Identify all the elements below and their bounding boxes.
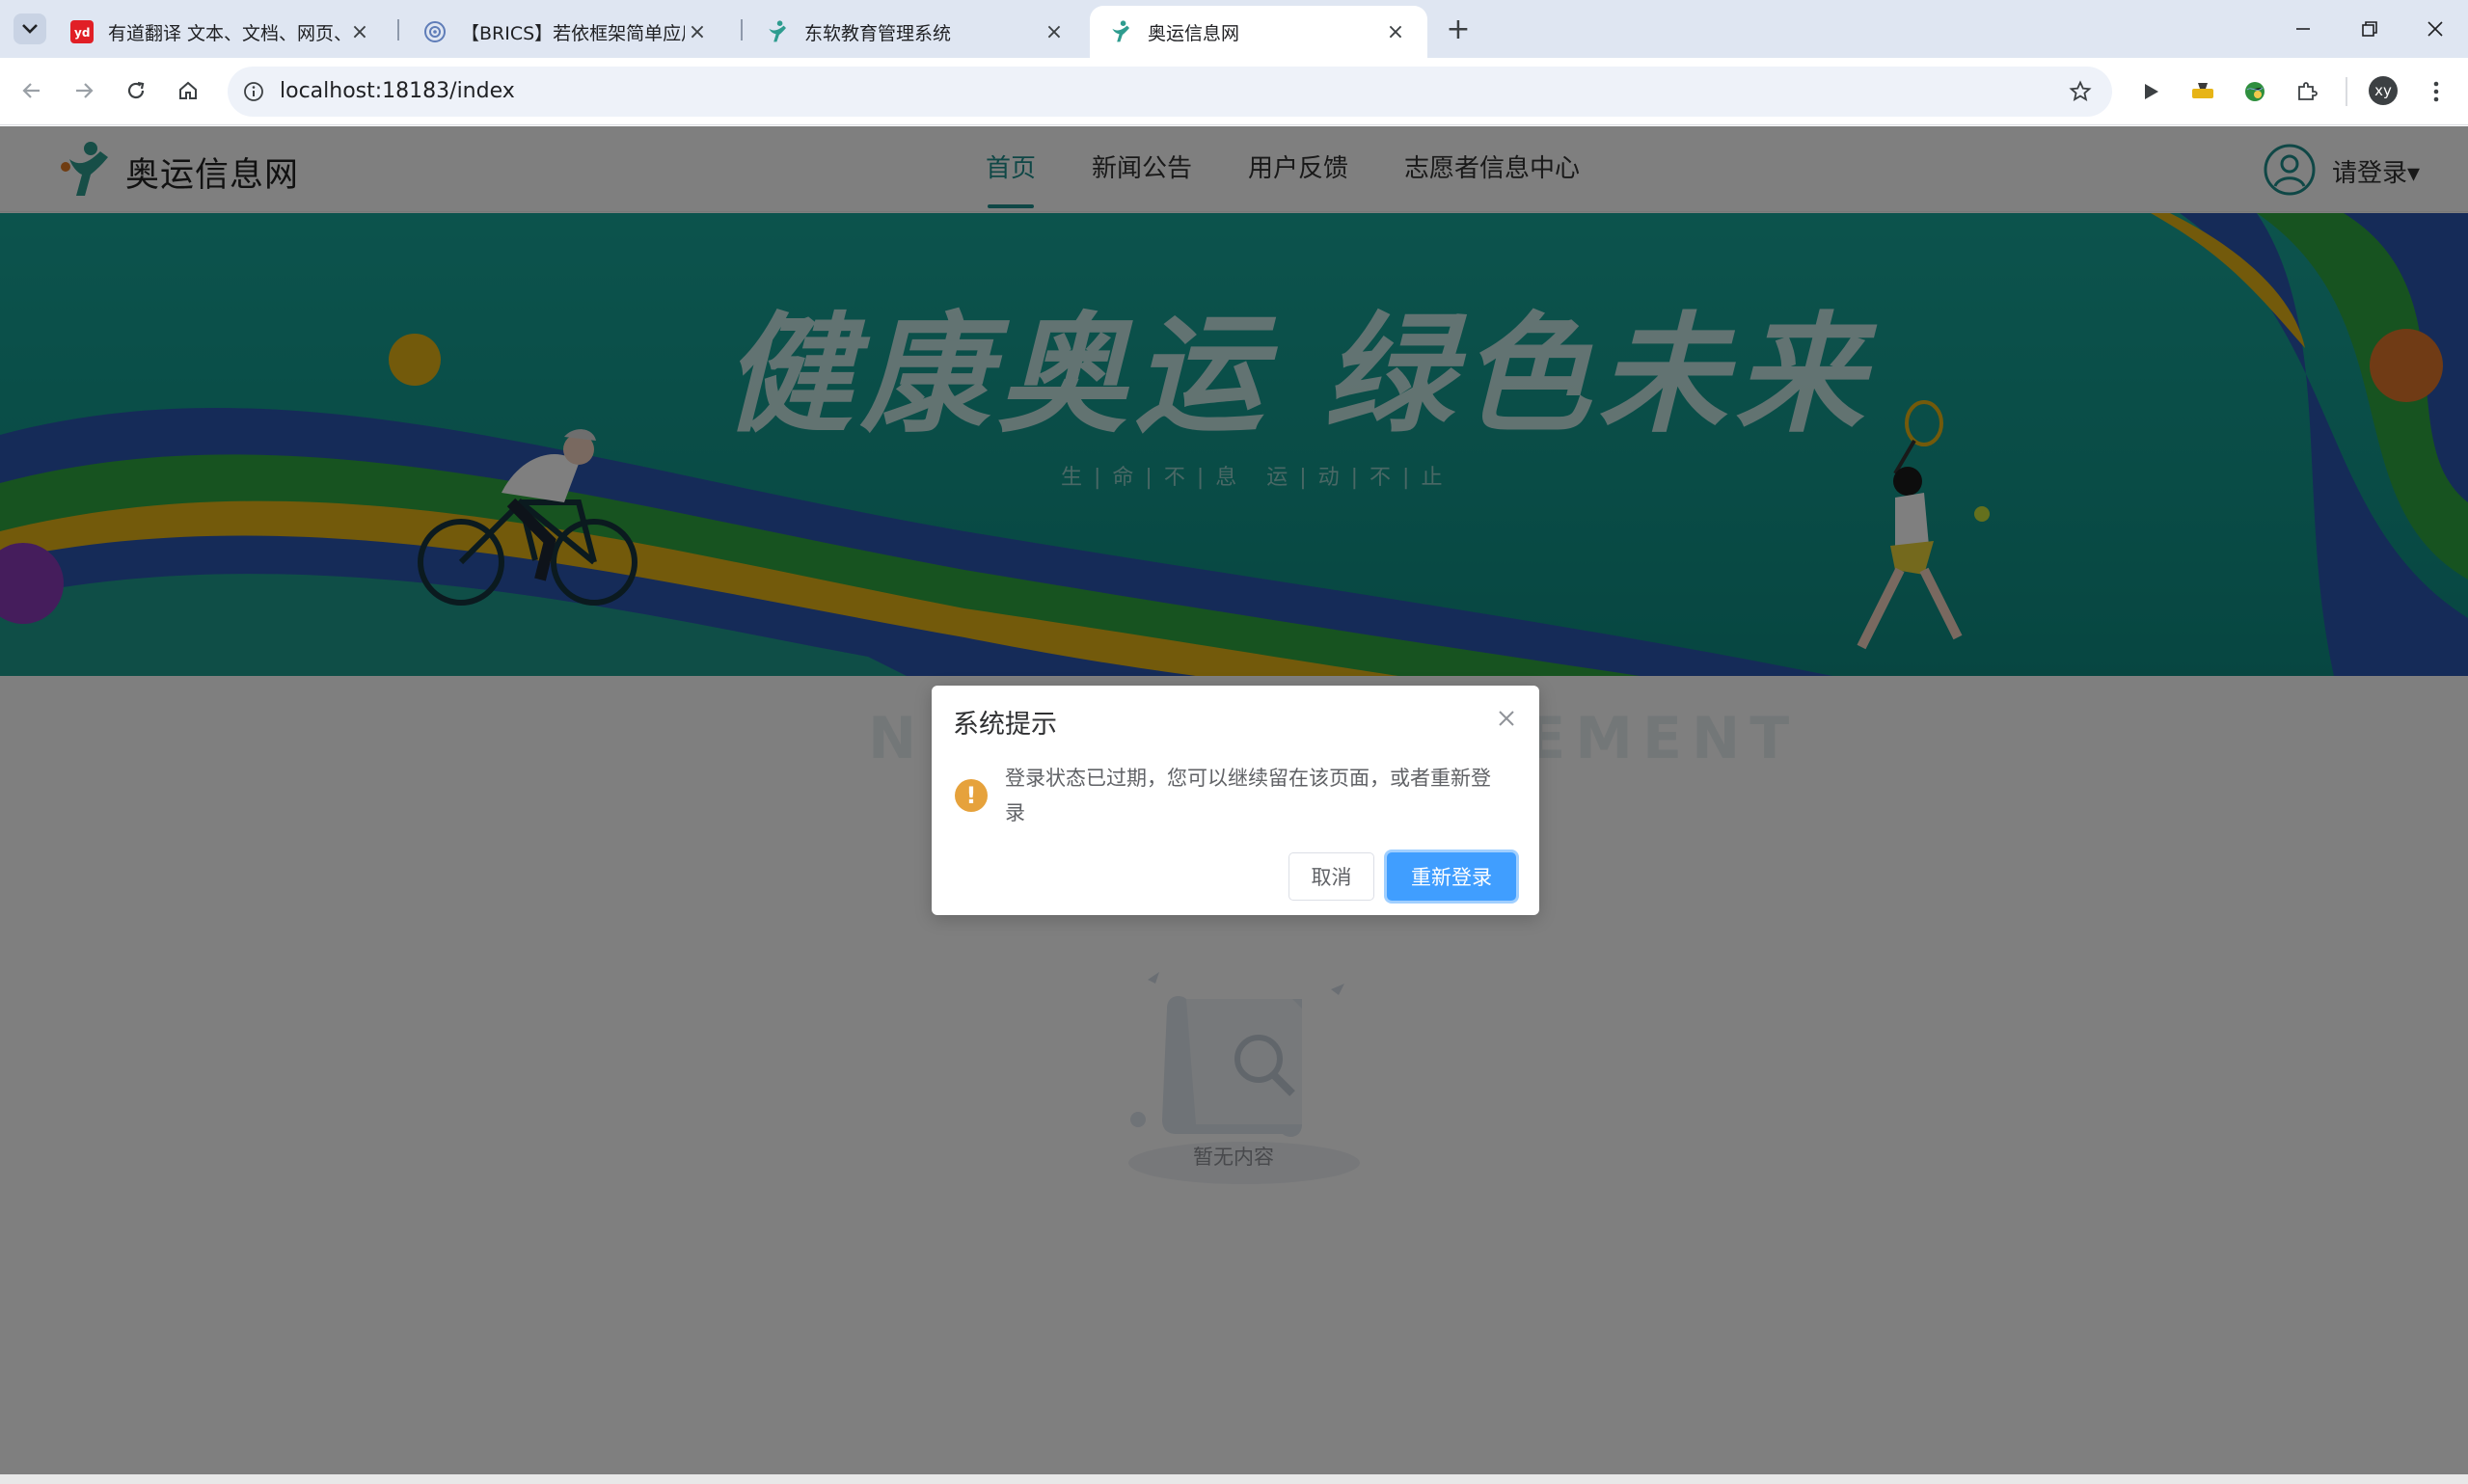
toolbar-divider	[2346, 77, 2347, 106]
close-icon[interactable]: ×	[1383, 19, 1408, 44]
dialog-title: 系统提示	[953, 710, 1057, 740]
close-icon[interactable]: ×	[1042, 19, 1067, 44]
restore-icon	[2362, 21, 2377, 37]
status-bar	[0, 1474, 2468, 1484]
close-icon	[2427, 21, 2443, 37]
reload-icon	[127, 81, 145, 99]
browser-tab-strip: yd 有道翻译 文本、文档、网页、 × 【BRICS】若依框架简单应用 | × …	[0, 0, 2468, 58]
download-extension-icon[interactable]	[2185, 74, 2220, 109]
forward-arrow-icon	[76, 83, 94, 98]
home-icon	[179, 81, 197, 99]
back-arrow-icon	[22, 83, 40, 98]
back-button[interactable]	[12, 70, 52, 111]
olympic-logo-icon	[1109, 19, 1134, 44]
globe-extension-icon[interactable]	[2237, 74, 2272, 109]
tab-youdao[interactable]: yd 有道翻译 文本、文档、网页、 ×	[50, 6, 392, 58]
tab-title: 有道翻译 文本、文档、网页、	[108, 22, 347, 44]
close-window-button[interactable]	[2411, 8, 2459, 50]
tab-search-button[interactable]	[14, 13, 46, 44]
reload-button[interactable]	[116, 70, 156, 111]
close-icon[interactable]: ×	[685, 19, 710, 44]
close-icon[interactable]	[1495, 707, 1518, 730]
olympic-logo-icon	[766, 19, 791, 44]
profile-avatar[interactable]: xy	[2369, 76, 2398, 105]
tab-separator	[397, 19, 399, 40]
minimize-icon	[2296, 28, 2310, 30]
tab-title: 奥运信息网	[1148, 22, 1240, 44]
minimize-button[interactable]	[2279, 8, 2327, 50]
bookmark-star-icon[interactable]	[2066, 77, 2095, 106]
restore-button[interactable]	[2346, 8, 2394, 50]
close-icon[interactable]: ×	[347, 19, 372, 44]
extensions-puzzle-icon[interactable]	[2290, 74, 2324, 109]
url-text[interactable]: localhost:18183/index	[280, 67, 515, 117]
more-menu-icon[interactable]	[2419, 74, 2454, 109]
youdao-icon: yd	[69, 19, 95, 44]
brics-icon	[422, 19, 447, 44]
chevron-down-icon	[22, 24, 38, 34]
relogin-button[interactable]: 重新登录	[1387, 852, 1516, 901]
home-button[interactable]	[168, 70, 208, 111]
play-extension-icon[interactable]	[2133, 74, 2168, 109]
session-expired-dialog: 系统提示 ! 登录状态已过期，您可以继续留在该页面，或者重新登录 取消 重新登录	[932, 686, 1539, 915]
tab-neusoft[interactable]: 东软教育管理系统 ×	[746, 6, 1086, 58]
tab-brics[interactable]: 【BRICS】若依框架简单应用 | ×	[403, 6, 729, 58]
tab-olympic-active[interactable]: 奥运信息网 ×	[1090, 6, 1427, 58]
site-info-icon[interactable]	[239, 77, 268, 106]
tab-separator	[741, 19, 743, 40]
address-bar[interactable]: localhost:18183/index	[228, 67, 2112, 117]
warning-icon: !	[955, 779, 988, 812]
dialog-message: 登录状态已过期，您可以继续留在该页面，或者重新登录	[1005, 767, 1491, 824]
svg-text:yd: yd	[74, 26, 90, 40]
cancel-button[interactable]: 取消	[1288, 852, 1374, 901]
browser-toolbar: localhost:18183/index	[0, 58, 2468, 125]
forward-button[interactable]	[64, 70, 104, 111]
tab-title: 东软教育管理系统	[804, 22, 952, 44]
tab-title: 【BRICS】若依框架简单应用 |	[461, 22, 685, 44]
new-tab-button[interactable]: +	[1443, 13, 1474, 46]
